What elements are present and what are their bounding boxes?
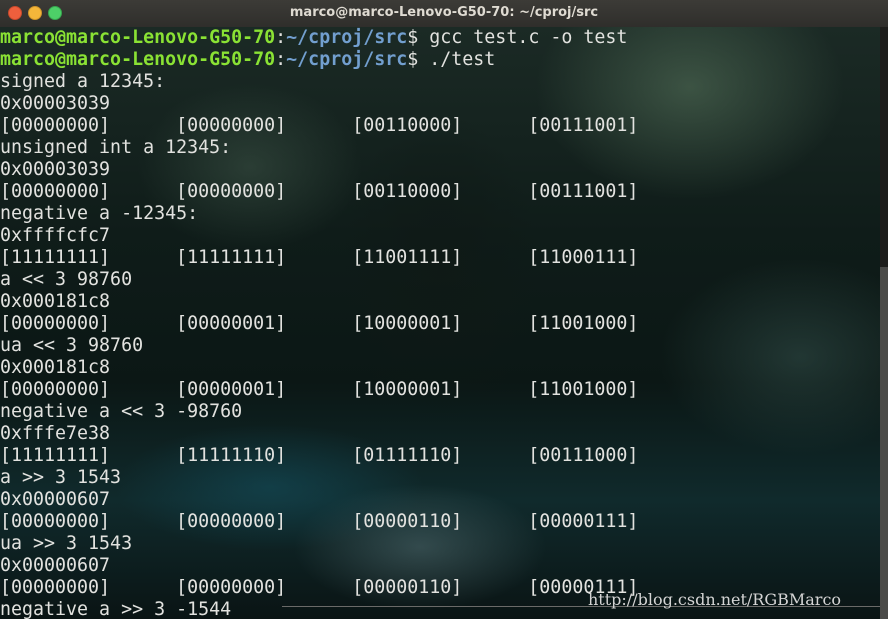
output-line: 0x000181c8 [0,357,111,378]
prompt-symbol: $ [407,27,419,48]
prompt-separator: : [275,27,287,48]
prompt-command: ./test [418,49,496,70]
output-line: unsigned int a 12345: [0,137,232,158]
output-line: ua << 3 98760 [0,335,144,356]
output-line: [00000000] [00000000] [00000110] [000001… [0,511,639,532]
output-line: negative a -12345: [0,203,199,224]
output-line: [11111111] [11111111] [11001111] [110001… [0,247,639,268]
output-line: [00000000] [00000000] [00110000] [001110… [0,181,639,202]
terminal-area[interactable]: marco@marco-Lenovo-G50-70:~/cproj/src$ g… [0,27,888,619]
output-line: negative a >> 3 -1544 [0,599,232,619]
prompt-line: marco@marco-Lenovo-G50-70:~/cproj/src$ g… [0,27,627,49]
scrollbar-track[interactable] [880,27,888,267]
prompt-symbol: $ [407,49,419,70]
output-line: signed a 12345: [0,71,166,92]
prompt-user: marco@marco-Lenovo-G50-70 [0,49,276,70]
output-line: 0x000181c8 [0,291,111,312]
watermark-text: http://blog.csdn.net/RGBMarco [588,590,842,609]
window-titlebar: marco@marco-Lenovo-G50-70: ~/cproj/src [0,0,888,28]
prompt-user: marco@marco-Lenovo-G50-70 [0,27,276,48]
output-line: a << 3 98760 [0,269,133,290]
output-line: 0x00000607 [0,555,111,576]
output-line: 0xfffe7e38 [0,423,111,444]
output-line: [00000000] [00000000] [00000110] [000001… [0,577,639,598]
output-line: [00000000] [00000001] [10000001] [110010… [0,313,639,334]
output-line: [00000000] [00000001] [10000001] [110010… [0,379,639,400]
window-title: marco@marco-Lenovo-G50-70: ~/cproj/src [289,5,599,20]
output-line: 0xffffcfc7 [0,225,111,246]
prompt-path: ~/cproj/src [286,49,408,70]
scrollbar-thumb[interactable] [880,267,888,619]
output-line: [00000000] [00000000] [00110000] [001110… [0,115,639,136]
prompt-path: ~/cproj/src [286,27,408,48]
output-line: 0x00003039 [0,159,111,180]
prompt-command: gcc test.c -o test [418,27,628,48]
prompt-line: marco@marco-Lenovo-G50-70:~/cproj/src$ .… [0,49,495,71]
output-line: 0x00003039 [0,93,111,114]
output-line: ua >> 3 1543 [0,533,133,554]
prompt-separator: : [275,49,287,70]
output-line: negative a << 3 -98760 [0,401,243,422]
output-line: 0x00000607 [0,489,111,510]
output-line: [11111111] [11111110] [01111110] [001110… [0,445,639,466]
output-line: a >> 3 1543 [0,467,122,488]
